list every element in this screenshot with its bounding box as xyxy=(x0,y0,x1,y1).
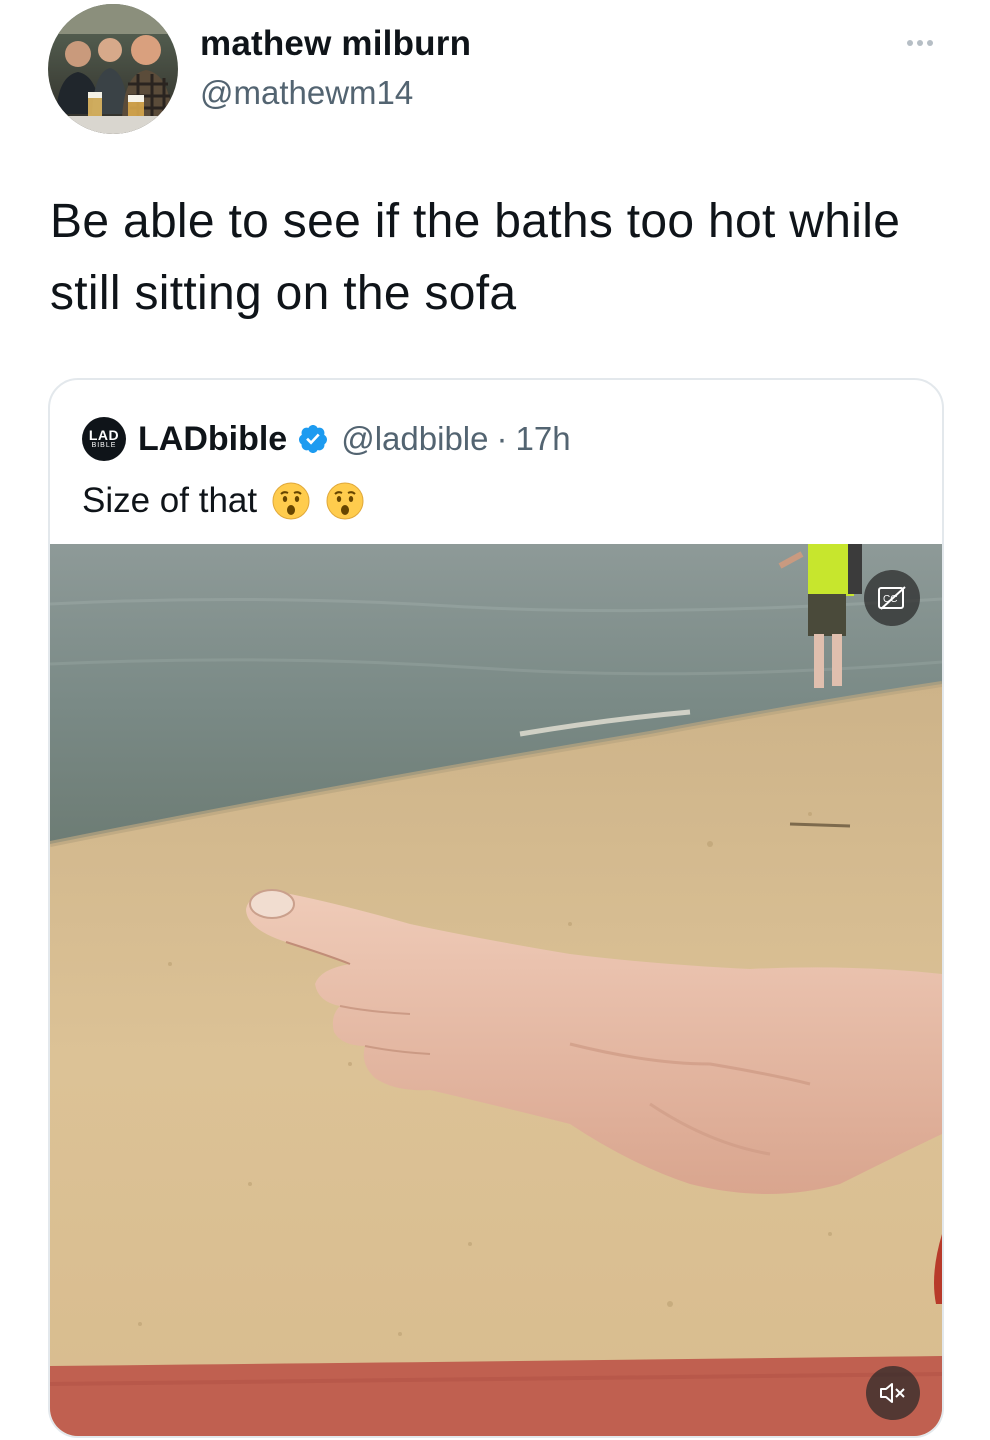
profile-photo-icon xyxy=(48,4,178,134)
quoted-tweet-card[interactable]: LAD BIBLE LADbible @ladbible · 17h Size … xyxy=(48,378,944,1438)
tweet-text: Be able to see if the baths too hot whil… xyxy=(50,195,901,320)
quoted-tweet-header: LAD BIBLE LADbible @ladbible · 17h xyxy=(82,416,571,462)
quoted-tweet-timestamp[interactable]: 17h xyxy=(515,420,570,458)
more-options-dot xyxy=(927,40,933,46)
more-options-icon xyxy=(907,40,913,46)
quoted-author-name[interactable]: LADbible xyxy=(138,420,287,459)
mute-button[interactable] xyxy=(866,1366,920,1420)
video-player[interactable]: CC xyxy=(50,544,942,1436)
hushed-face-emoji-icon xyxy=(272,482,310,520)
hushed-face-emoji-icon xyxy=(326,482,364,520)
more-options-dot xyxy=(917,40,923,46)
quoted-author-handle[interactable]: @ladbible xyxy=(341,420,488,458)
verified-badge-icon xyxy=(299,425,328,453)
avatar-logo-line1: LAD xyxy=(88,426,120,443)
author-handle[interactable]: @mathewm14 xyxy=(200,74,413,112)
closed-captions-icon: CC xyxy=(878,586,906,610)
ladbible-avatar[interactable]: LAD BIBLE xyxy=(82,417,126,461)
closed-captions-button[interactable]: CC xyxy=(864,570,920,626)
author-display-name[interactable]: mathew milburn xyxy=(200,24,471,64)
quoted-tweet-text-row: Size of that xyxy=(82,476,365,526)
beach-foot-video-frame xyxy=(50,544,942,1436)
quoted-tweet-text: Size of that xyxy=(82,481,258,520)
author-avatar[interactable] xyxy=(48,4,178,134)
avatar-logo-line2: BIBLE xyxy=(91,441,117,449)
meta-separator: · xyxy=(496,420,508,457)
more-options-button[interactable] xyxy=(890,28,950,58)
speaker-muted-icon xyxy=(880,1383,905,1403)
